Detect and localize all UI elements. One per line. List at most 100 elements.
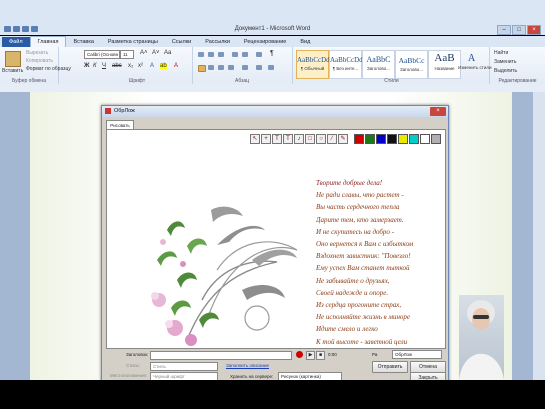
paste-icon[interactable]: [5, 51, 21, 67]
text-icon[interactable]: T: [272, 134, 282, 144]
title-input[interactable]: [150, 351, 292, 360]
send-button[interactable]: Отправить: [372, 361, 408, 373]
poem-line: Не исполняйте жизнь в миноре: [316, 313, 411, 322]
cross-icon[interactable]: +: [261, 134, 271, 144]
font-size-select[interactable]: 11: [120, 50, 134, 59]
color-swatch-gray[interactable]: [431, 134, 441, 144]
highlight-icon[interactable]: ab: [160, 63, 167, 69]
color-swatch-black[interactable]: [387, 134, 397, 144]
align-right-icon[interactable]: [218, 65, 224, 70]
superscript-icon[interactable]: x²: [138, 63, 143, 69]
select-button[interactable]: Выделить: [494, 68, 517, 74]
minimize-button[interactable]: –: [497, 25, 511, 35]
style-heading-1[interactable]: AaBbC Заголово...: [362, 50, 395, 79]
poem-line: К той высоте - заветной цели: [316, 337, 408, 346]
title-bar: Документ1 - Microsoft Word – □ ×: [0, 0, 545, 35]
change-styles-button[interactable]: Изменить стили: [458, 65, 492, 70]
tab-2[interactable]: Вставка: [66, 37, 100, 47]
note-icon[interactable]: ♪: [294, 134, 304, 144]
sort-icon[interactable]: [256, 52, 262, 57]
font-family-select[interactable]: Calibri (Основн: [84, 50, 120, 59]
tab-4[interactable]: Ссылки: [165, 37, 198, 47]
pen-icon[interactable]: ✎: [338, 134, 348, 144]
format-painter-button[interactable]: Формат по образцу: [26, 66, 71, 72]
dialog-title-bar[interactable]: ОбрЛож: [102, 106, 448, 117]
style-preview: AaBbC: [366, 55, 391, 64]
line-spacing-icon[interactable]: [242, 65, 248, 70]
style-normal[interactable]: AaBbCcDd ¶ Обычный: [296, 50, 330, 79]
style-select[interactable]: Стиль: [150, 362, 218, 371]
pilcrow-icon[interactable]: ¶: [270, 50, 274, 57]
grow-font-icon[interactable]: A˄: [140, 50, 148, 56]
subscript-icon[interactable]: x₂: [128, 63, 133, 69]
size-select[interactable]: ОбрЛож: [392, 350, 442, 359]
tab-0[interactable]: Файл: [2, 37, 30, 47]
dialog-title: ОбрЛож: [114, 108, 135, 114]
tab-6[interactable]: Рецензирование: [237, 37, 293, 47]
t-icon[interactable]: Т: [283, 134, 293, 144]
cut-button[interactable]: Вырезать: [26, 50, 48, 56]
underline-icon[interactable]: Ч: [102, 63, 106, 69]
justify-icon[interactable]: [228, 65, 234, 70]
drawing-canvas[interactable]: ↖ + T Т ♪ □ ○ ⁄ ✎ Творите добрые дела! Н…: [106, 129, 446, 349]
ellipse-icon[interactable]: ○: [316, 134, 326, 144]
poem-line: Своей надежде и опоре.: [316, 288, 389, 297]
fill-description-link[interactable]: Заполнить описание: [226, 363, 269, 368]
shading-icon[interactable]: [256, 65, 262, 70]
italic-icon[interactable]: К: [93, 63, 97, 69]
maximize-button[interactable]: □: [512, 25, 526, 35]
drawing-toolbar: ↖ + T Т ♪ □ ○ ⁄ ✎: [250, 134, 441, 144]
line-icon[interactable]: ⁄: [327, 134, 337, 144]
multilevel-list-icon[interactable]: [218, 52, 224, 57]
color-swatch-blue[interactable]: [376, 134, 386, 144]
stop-icon[interactable]: ■: [316, 351, 325, 360]
style-name: Название: [434, 66, 455, 71]
tab-7[interactable]: Вид: [293, 37, 317, 47]
cursor-icon[interactable]: ↖: [250, 134, 260, 144]
copy-button[interactable]: Копировать: [26, 58, 53, 64]
style-name: Заголово...: [367, 66, 390, 71]
style-no-spacing[interactable]: AaBbCcDd ¶ Без инте...: [329, 50, 363, 79]
svg-text:A: A: [468, 53, 476, 63]
replace-button[interactable]: Заменить: [494, 59, 516, 65]
change-styles-icon[interactable]: A: [466, 51, 480, 64]
style-heading-2[interactable]: AaBbCc Заголово...: [395, 50, 428, 79]
decrease-indent-icon[interactable]: [232, 52, 238, 57]
style-title[interactable]: AaB Название: [428, 50, 461, 79]
style-name: Заголово...: [400, 67, 423, 72]
poem-line: И не скупитесь на добро -: [316, 227, 395, 236]
paste-button[interactable]: Вставить: [2, 68, 23, 74]
align-center-icon[interactable]: [208, 65, 214, 70]
tab-3[interactable]: Разметка страницы: [101, 37, 165, 47]
borders-icon[interactable]: [268, 65, 274, 70]
rect-icon[interactable]: □: [305, 134, 315, 144]
numbering-icon[interactable]: [208, 52, 214, 57]
play-icon[interactable]: ▶: [306, 351, 315, 360]
title-label: Заголовок:: [126, 352, 149, 357]
dialog-close-button[interactable]: ×: [430, 107, 446, 116]
align-left-icon[interactable]: [198, 65, 206, 72]
ribbon: Вставить Вырезать Копировать Формат по о…: [0, 47, 545, 85]
shrink-font-icon[interactable]: A˅: [152, 50, 160, 56]
color-swatch-cyan[interactable]: [409, 134, 419, 144]
strikethrough-icon[interactable]: abc: [112, 63, 122, 69]
font-color-icon[interactable]: A: [174, 63, 178, 69]
bullets-icon[interactable]: [198, 52, 204, 57]
increase-indent-icon[interactable]: [242, 52, 248, 57]
bold-icon[interactable]: Ж: [84, 63, 89, 69]
text-effects-icon[interactable]: A: [150, 63, 154, 69]
color-swatch-white[interactable]: [420, 134, 430, 144]
color-swatch-red[interactable]: [354, 134, 364, 144]
taskbar: [0, 380, 545, 409]
change-case-icon[interactable]: Aa: [164, 50, 171, 56]
vertical-scrollbar[interactable]: [533, 92, 545, 380]
tab-1[interactable]: Главная: [29, 36, 67, 47]
record-icon[interactable]: [296, 351, 303, 358]
close-button[interactable]: ×: [527, 25, 541, 35]
find-button[interactable]: Найти: [494, 50, 508, 56]
color-swatch-yellow[interactable]: [398, 134, 408, 144]
poem-line: Идите смело и легко: [316, 325, 378, 334]
color-swatch-green[interactable]: [365, 134, 375, 144]
drawing-dialog: ОбрЛож × Рисовать ↖ + T Т ♪ □ ○ ⁄ ✎ Твор…: [101, 105, 449, 384]
tab-5[interactable]: Рассылки: [198, 37, 237, 47]
